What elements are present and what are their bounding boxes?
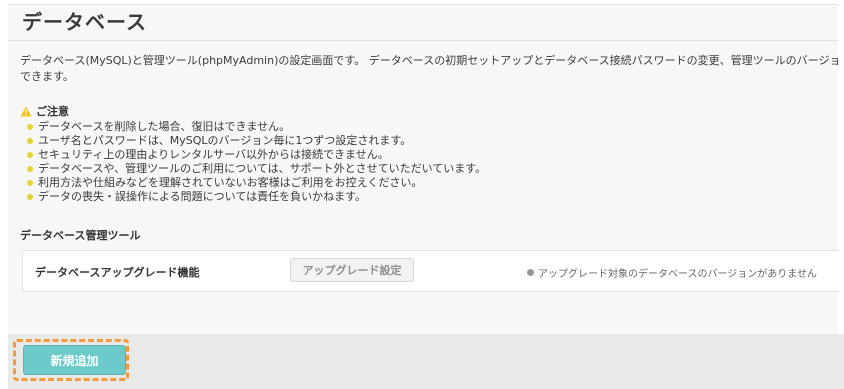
notice-item-text: ユーザ名とパスワードは、MySQLのバージョン毎に1つずつ設定されます。 [38, 134, 412, 147]
notice-item: ユーザ名とパスワードは、MySQLのバージョン毎に1つずつ設定されます。 [27, 134, 486, 148]
add-new-button[interactable]: 新規追加 [23, 345, 126, 375]
description-line-2: できます。 [20, 70, 74, 83]
notice-item-text: セキュリティ上の理由よりレンタルサーバ以外からは接続できません。 [38, 148, 389, 161]
notice-item-text: データベースを削除した場合、復旧はできません。 [38, 120, 291, 133]
notice-item-text: データベースや、管理ツールのご利用については、サポート外とさせていただいています… [38, 162, 487, 175]
bullet-icon [27, 194, 33, 200]
notice-item-text: 利用方法や仕組みなどを理解されていないお客様はご利用をお控えください。 [38, 176, 423, 189]
footer-bar [8, 334, 844, 389]
status-dot-icon [527, 269, 534, 276]
warning-icon [20, 106, 32, 117]
page-description: データベース(MySQL)と管理ツール(phpMyAdmin)の設定画面です。 … [20, 53, 838, 85]
bullet-icon [27, 152, 33, 158]
bullet-icon [27, 138, 33, 144]
tool-row-status: アップグレード対象のデータベースのバージョンがありません [527, 265, 817, 280]
bullet-icon [27, 180, 33, 186]
page-title: データベース [22, 10, 147, 34]
notice-list: データベースを削除した場合、復旧はできません。 ユーザ名とパスワードは、MySQ… [27, 120, 486, 204]
upgrade-settings-button[interactable]: アップグレード設定 [290, 258, 414, 282]
notice-item: データの喪失・誤操作による問題については責任を負いかねます。 [27, 190, 486, 204]
notice-item: セキュリティ上の理由よりレンタルサーバ以外からは接続できません。 [27, 148, 486, 162]
notice-heading: ご注意 [20, 103, 69, 119]
tool-row-status-text: アップグレード対象のデータベースのバージョンがありません [538, 269, 817, 280]
notice-item: 利用方法や仕組みなどを理解されていないお客様はご利用をお控えください。 [27, 176, 486, 190]
title-divider [8, 40, 838, 41]
bullet-icon [27, 166, 33, 172]
section-heading-db-tools: データベース管理ツール [20, 229, 141, 242]
notice-item-text: データの喪失・誤操作による問題については責任を負いかねます。 [38, 190, 367, 203]
tool-row-label: データベースアップグレード機能 [35, 266, 200, 279]
notice-item: データベースを削除した場合、復旧はできません。 [27, 120, 486, 134]
notice-heading-label: ご注意 [36, 105, 69, 118]
tool-row-db-upgrade: データベースアップグレード機能 アップグレード設定 アップグレード対象のデータベ… [22, 250, 839, 292]
description-line-1: データベース(MySQL)と管理ツール(phpMyAdmin)の設定画面です。 … [20, 54, 838, 67]
bullet-icon [27, 124, 33, 130]
notice-item: データベースや、管理ツールのご利用については、サポート外とさせていただいています… [27, 162, 486, 176]
